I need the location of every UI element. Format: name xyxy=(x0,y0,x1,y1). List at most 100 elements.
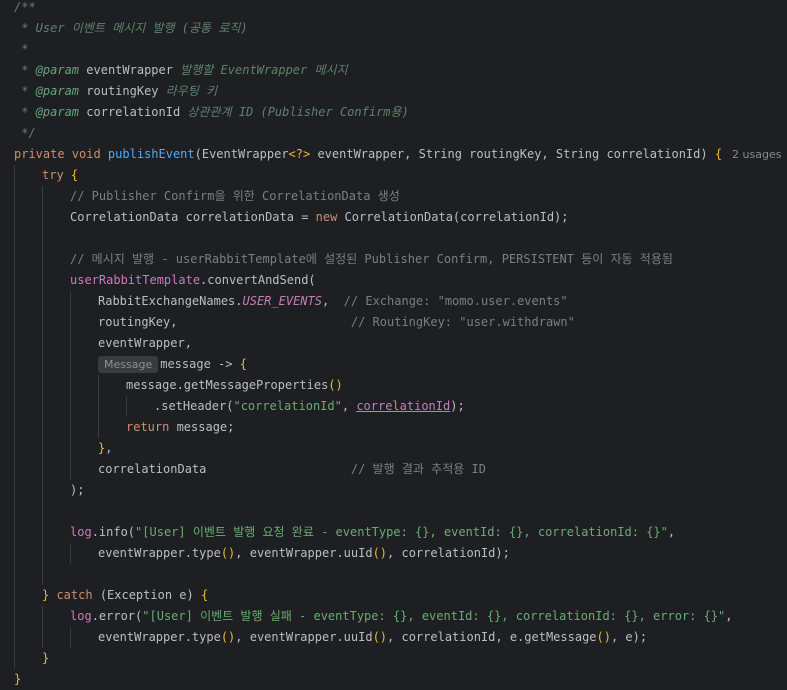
code-token: CorrelationData(correlationId); xyxy=(344,210,569,224)
code-text: RabbitExchangeNames.USER_EVENTS, // Exch… xyxy=(98,291,568,312)
code-line[interactable]: eventWrapper.type(), eventWrapper.uuId()… xyxy=(0,543,787,564)
code-text: eventWrapper, xyxy=(98,333,192,354)
code-line[interactable]: log.info("[User] 이벤트 발행 요청 완료 - eventTyp… xyxy=(0,522,787,543)
indent-guide xyxy=(70,375,71,396)
code-text: routingKey, // RoutingKey: "user.withdra… xyxy=(98,312,575,333)
code-token: @param xyxy=(35,84,80,98)
code-line[interactable]: eventWrapper, xyxy=(0,333,787,354)
indent-guide xyxy=(70,417,71,438)
code-token: (Exception e) xyxy=(99,588,201,602)
code-line[interactable]: * xyxy=(0,39,787,60)
indent-guide xyxy=(42,606,43,627)
code-token: () xyxy=(372,546,388,560)
code-text: userRabbitTemplate.convertAndSend( xyxy=(70,270,316,291)
code-line[interactable]: correlationData // 발행 결과 추적용 ID xyxy=(0,459,787,480)
code-line[interactable]: Message message -> { xyxy=(0,354,787,375)
code-text: * @param routingKey 라우팅 키 xyxy=(14,81,217,102)
code-line[interactable]: * @param correlationId 상관관계 ID (Publishe… xyxy=(0,102,787,123)
code-token: () xyxy=(372,630,388,644)
code-editor[interactable]: /** * User 이벤트 메시지 발행 (공통 로직) * * @param… xyxy=(0,0,787,690)
code-token: USER_EVENTS xyxy=(242,294,322,308)
code-token: () xyxy=(220,546,236,560)
indent-guide xyxy=(42,417,43,438)
code-line[interactable] xyxy=(0,564,787,585)
code-line[interactable]: } xyxy=(0,669,787,690)
code-line[interactable]: // 메시지 발행 - userRabbitTemplate에 설정된 Publ… xyxy=(0,249,787,270)
usages-inlay-link[interactable]: 2 usages xyxy=(732,148,781,161)
indent-guide xyxy=(14,186,15,207)
code-token: publishEvent xyxy=(107,147,195,161)
code-token: eventWrapper.type xyxy=(98,630,221,644)
code-line[interactable]: return message; xyxy=(0,417,787,438)
code-text: try { xyxy=(42,165,78,186)
code-line[interactable]: eventWrapper.type(), eventWrapper.uuId()… xyxy=(0,627,787,648)
code-token: () xyxy=(328,378,343,392)
code-line[interactable]: message.getMessageProperties() xyxy=(0,375,787,396)
code-line[interactable]: ); xyxy=(0,480,787,501)
code-token: log xyxy=(70,609,92,623)
code-token: message -> xyxy=(160,357,240,371)
code-token: /** xyxy=(14,0,36,14)
code-line[interactable]: .setHeader("correlationId", correlationI… xyxy=(0,396,787,417)
code-token: try xyxy=(42,168,71,182)
indent-guide xyxy=(42,186,43,207)
code-text: // 메시지 발행 - userRabbitTemplate에 설정된 Publ… xyxy=(70,249,673,270)
code-token: .error( xyxy=(91,609,143,623)
code-token: () xyxy=(596,630,611,644)
code-line[interactable]: CorrelationData correlationData = new Co… xyxy=(0,207,787,228)
indent-guide xyxy=(70,333,71,354)
indent-guide xyxy=(14,438,15,459)
indent-guide xyxy=(42,249,43,270)
code-text: eventWrapper.type(), eventWrapper.uuId()… xyxy=(98,543,510,564)
code-line[interactable]: RabbitExchangeNames.USER_EVENTS, // Exch… xyxy=(0,291,787,312)
code-line[interactable] xyxy=(0,228,787,249)
code-token: * xyxy=(14,63,36,77)
code-token: , correlationId, e.getMessage xyxy=(387,630,597,644)
code-line[interactable]: routingKey, // RoutingKey: "user.withdra… xyxy=(0,312,787,333)
code-token: , eventWrapper.uuId xyxy=(235,546,373,560)
code-line[interactable]: */ xyxy=(0,123,787,144)
code-token: "correlationId" xyxy=(233,399,342,413)
code-token: } xyxy=(42,651,50,665)
code-line[interactable]: * @param routingKey 라우팅 키 xyxy=(0,81,787,102)
indent-guide xyxy=(42,354,43,375)
code-line[interactable]: } xyxy=(0,648,787,669)
code-text: * User 이벤트 메시지 발행 (공통 로직) xyxy=(14,18,248,39)
code-line[interactable]: * User 이벤트 메시지 발행 (공통 로직) xyxy=(0,18,787,39)
code-token: // Exchange: "momo.user.events" xyxy=(343,294,568,308)
code-line[interactable]: log.error("[User] 이벤트 발행 실패 - eventType:… xyxy=(0,606,787,627)
parameter-name-hint: Message xyxy=(98,356,159,373)
code-line[interactable]: * @param eventWrapper 발행할 EventWrapper 메… xyxy=(0,60,787,81)
code-line[interactable]: } catch (Exception e) { xyxy=(0,585,787,606)
code-line[interactable]: // Publisher Confirm을 위한 CorrelationData… xyxy=(0,186,787,207)
code-token: log xyxy=(70,525,92,539)
code-token: eventWrapper.type xyxy=(98,546,221,560)
indent-guide xyxy=(14,522,15,543)
code-text: eventWrapper.type(), eventWrapper.uuId()… xyxy=(98,627,647,648)
code-line[interactable]: }, xyxy=(0,438,787,459)
indent-guide xyxy=(42,627,43,648)
indent-guide xyxy=(42,333,43,354)
indent-guide xyxy=(42,459,43,480)
code-token: * User 이벤트 메시지 발행 (공통 로직) xyxy=(14,21,248,35)
code-line[interactable]: /** xyxy=(0,0,787,18)
indent-guide xyxy=(42,480,43,501)
code-token: correlationData xyxy=(98,462,351,476)
code-line[interactable]: try { xyxy=(0,165,787,186)
code-token: CorrelationData correlationData = xyxy=(70,210,316,224)
code-token: eventWrapper, xyxy=(98,336,192,350)
code-line[interactable]: userRabbitTemplate.convertAndSend( xyxy=(0,270,787,291)
indent-guide xyxy=(14,585,15,606)
code-text: ); xyxy=(70,480,84,501)
indent-guide xyxy=(98,417,99,438)
indent-guide xyxy=(14,480,15,501)
code-token: , xyxy=(105,441,113,455)
code-token: .convertAndSend( xyxy=(200,273,316,287)
code-text: correlationData // 발행 결과 추적용 ID xyxy=(98,459,486,480)
indent-guide xyxy=(42,270,43,291)
code-token: { xyxy=(70,168,79,182)
code-line[interactable] xyxy=(0,501,787,522)
indent-guide xyxy=(70,627,71,648)
code-line[interactable]: private void publishEvent(EventWrapper<?… xyxy=(0,144,787,165)
code-text: log.error("[User] 이벤트 발행 실패 - eventType:… xyxy=(70,606,733,627)
